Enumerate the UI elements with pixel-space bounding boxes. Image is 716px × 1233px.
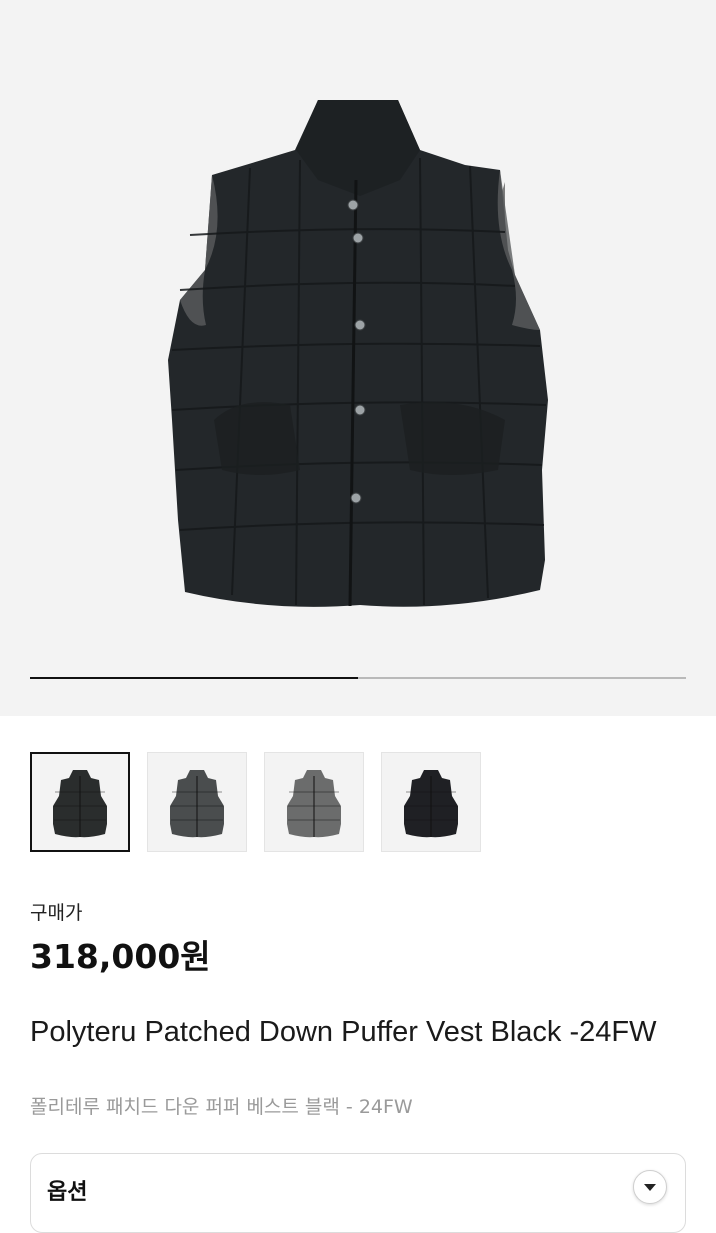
carousel-progress-track: [30, 677, 686, 679]
product-title-ko: 폴리테루 패치드 다운 퍼퍼 베스트 블랙 - 24FW: [30, 1096, 413, 1118]
thumb-grey[interactable]: [264, 752, 364, 852]
price-value: 318,000원: [30, 937, 211, 976]
product-title-en: Polyteru Patched Down Puffer Vest Black …: [30, 1016, 657, 1048]
thumb-navy-black[interactable]: [381, 752, 481, 852]
thumbnail-image: [170, 770, 224, 838]
thumbnail-image: [404, 770, 458, 838]
thumb-black[interactable]: [30, 752, 130, 852]
option-label: 옵션: [47, 1180, 88, 1205]
thumbnail-image: [53, 770, 107, 838]
chevron-down-icon[interactable]: [633, 1170, 667, 1204]
carousel-progress-fill: [30, 677, 358, 679]
option-selector[interactable]: 옵션: [30, 1153, 686, 1233]
thumb-charcoal[interactable]: [147, 752, 247, 852]
product-image-carousel[interactable]: [0, 0, 716, 716]
price-label: 구매가: [30, 902, 83, 924]
product-image: [168, 100, 548, 607]
thumbnail-image: [287, 770, 341, 838]
